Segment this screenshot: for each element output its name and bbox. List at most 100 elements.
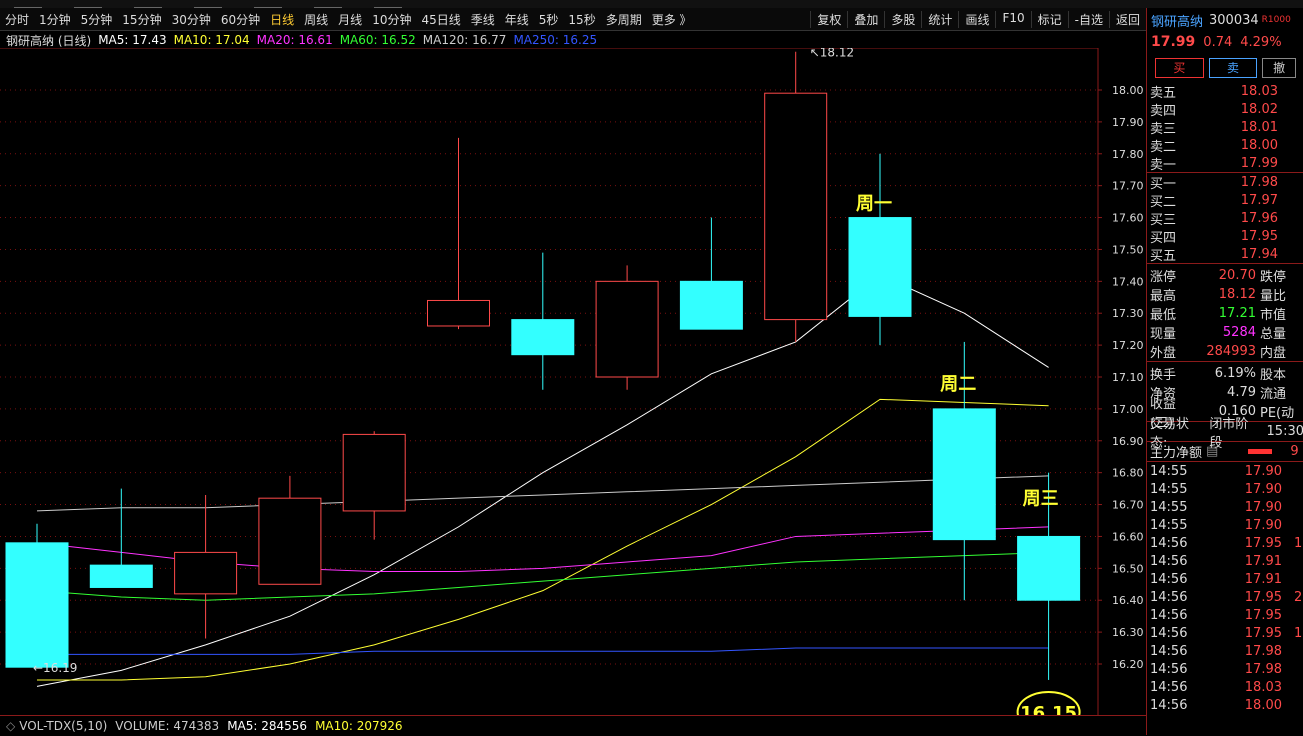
ma-line-ma10: [37, 398, 1049, 681]
volume-legend: ◇ VOL-TDX(5,10) VOLUME: 474383 MA5: 2845…: [0, 715, 1146, 736]
kline-chart[interactable]: 18.00 17.90 17.80 17.70 17.60 17.50 17.40 17.30…: [0, 48, 1146, 715]
toolbar-action-button[interactable]: F10: [995, 10, 1030, 28]
tick-price: 17.90: [1244, 517, 1282, 533]
y-tick-label: 16.70: [1112, 499, 1144, 512]
tick-row: 14:55 17.90: [1147, 516, 1303, 534]
y-tick-label: 17.20: [1112, 339, 1144, 352]
row-value: 17.94: [1240, 246, 1278, 262]
stat-label: 最高: [1150, 289, 1177, 304]
toolbar-action-button[interactable]: -自选: [1067, 10, 1109, 28]
period-tab[interactable]: 日线: [265, 11, 299, 28]
buy-button[interactable]: 买: [1155, 58, 1204, 78]
stat-label: 涨停: [1150, 270, 1177, 285]
tick-volume: 1: [1294, 625, 1303, 641]
stock-code: 300034: [1209, 12, 1259, 28]
period-tab[interactable]: 季线: [466, 11, 500, 28]
tick-time: 14:56: [1150, 535, 1188, 551]
y-tick-label: 16.20: [1112, 658, 1144, 671]
period-tabs: 分时 1分钟 5分钟 15分钟 30分钟 60分钟 日线 周线 月线 10分钟 45日线 季线 年线 5秒…: [0, 11, 697, 28]
period-tab[interactable]: 10分钟: [367, 11, 416, 28]
tick-row: 14:56 17.98: [1147, 642, 1303, 660]
tick-time: 14:56: [1150, 679, 1188, 695]
sell-button[interactable]: 卖: [1208, 58, 1258, 78]
period-tab[interactable]: 1分钟: [34, 11, 76, 28]
row-label: 买二: [1150, 194, 1177, 210]
collapse-icon[interactable]: ◇: [6, 719, 15, 733]
tick-time: 14:56: [1150, 571, 1188, 587]
tick-price: 17.95: [1244, 535, 1282, 551]
y-tick-label: 16.30: [1112, 626, 1144, 639]
y-tick-label: 17.70: [1112, 180, 1144, 193]
candle-body: [174, 551, 238, 595]
period-tab[interactable]: 分时: [0, 11, 34, 28]
period-tab[interactable]: 45日线: [416, 11, 465, 28]
row-value: 18.03: [1240, 83, 1278, 99]
high-price-label: ↖18.12: [810, 48, 854, 60]
toolbar-action-button[interactable]: 叠加: [847, 10, 884, 28]
candle-body: [258, 497, 322, 585]
ma-legend-item: MA10: 17.04: [173, 33, 250, 47]
toolbar-action-button[interactable]: 复权: [810, 10, 847, 28]
quote-stat: 涨停 20.70 跌停: [1147, 266, 1303, 285]
period-tab[interactable]: 60分钟: [216, 11, 265, 28]
tick-price: 17.90: [1244, 481, 1282, 497]
y-tick-label: 17.90: [1112, 116, 1144, 129]
stat-extra: PE(动: [1260, 406, 1295, 421]
stat-extra: 跌停: [1260, 270, 1287, 285]
period-tab[interactable]: 30分钟: [167, 11, 216, 28]
bid-level: 买二 17.97: [1147, 191, 1303, 210]
ma-legend: 钢研高纳 (日线) MA5: 17.43 MA10: 17.04 MA20: 16.…: [0, 31, 1146, 49]
bid-level: 买三 17.96: [1147, 209, 1303, 228]
tick-volume: 1: [1294, 535, 1303, 551]
bid-level: 买四 17.95: [1147, 227, 1303, 246]
low-price-highlight: 16.15: [1020, 703, 1077, 715]
period-tab[interactable]: 多周期: [601, 11, 647, 28]
toolbar-action-button[interactable]: 返回: [1108, 10, 1146, 28]
period-toolbar: 分时 1分钟 5分钟 15分钟 30分钟 60分钟 日线 周线 月线 10分钟 45日线 季线 年线 5秒…: [0, 8, 1146, 31]
toolbar-action-button[interactable]: 画线: [958, 10, 995, 28]
period-tab[interactable]: 5秒: [534, 11, 564, 28]
annotation-tuesday: 周二: [940, 374, 976, 395]
menu-icon[interactable]: ▤: [1206, 444, 1218, 459]
ma-legend-item: MA20: 16.61: [256, 33, 333, 47]
y-tick-label: 16.80: [1112, 467, 1144, 480]
period-tab[interactable]: 月线: [333, 11, 367, 28]
tick-row: 14:56 17.95 1: [1147, 534, 1303, 552]
period-tab[interactable]: 5分钟: [76, 11, 118, 28]
cancel-button[interactable]: 撤: [1262, 58, 1296, 78]
candle-body: [511, 319, 575, 356]
toolbar-action-button[interactable]: 统计: [921, 10, 958, 28]
candle-body: [1017, 535, 1081, 601]
stat-extra: 内盘: [1260, 346, 1287, 361]
stat-label: 换手: [1150, 368, 1177, 383]
main-flow-bar: [1248, 449, 1273, 454]
period-tab[interactable]: 15秒: [563, 11, 600, 28]
quote-stat: 换手 6.19% 股本: [1147, 364, 1303, 383]
ask-level: 卖三 18.01: [1147, 118, 1303, 137]
candle-body: [342, 433, 406, 512]
toolbar-action-button[interactable]: 标记: [1030, 10, 1068, 28]
period-tab[interactable]: 周线: [299, 11, 333, 28]
bid-level: 买五 17.94: [1147, 245, 1303, 264]
period-tab[interactable]: 年线: [500, 11, 534, 28]
tick-time: 14:56: [1150, 643, 1188, 659]
tick-row: 14:55 17.90: [1147, 498, 1303, 516]
ma-legend-item: MA5: 17.43: [98, 33, 167, 47]
tick-price: 18.03: [1244, 679, 1282, 695]
y-tick-label: 17.50: [1112, 243, 1144, 256]
main-flow-value: 9: [1290, 444, 1299, 459]
toolbar-action-button[interactable]: 多股: [884, 10, 921, 28]
tick-row: 14:55 17.90: [1147, 480, 1303, 498]
tick-price: 17.90: [1244, 463, 1282, 479]
stock-name[interactable]: 钢研高纳: [1151, 11, 1203, 30]
row-value: 18.02: [1240, 101, 1278, 117]
period-tab[interactable]: 15分钟: [117, 11, 166, 28]
y-tick-label: 17.00: [1112, 403, 1144, 416]
tick-time: 14:55: [1150, 517, 1188, 533]
price-pct: 4.29%: [1240, 34, 1282, 50]
tick-price: 18.00: [1244, 697, 1282, 713]
row-label: 卖二: [1150, 139, 1177, 155]
stat-value: 18.12: [1218, 287, 1256, 302]
candle-body: [595, 280, 659, 378]
period-tab[interactable]: 更多 》: [647, 11, 697, 28]
